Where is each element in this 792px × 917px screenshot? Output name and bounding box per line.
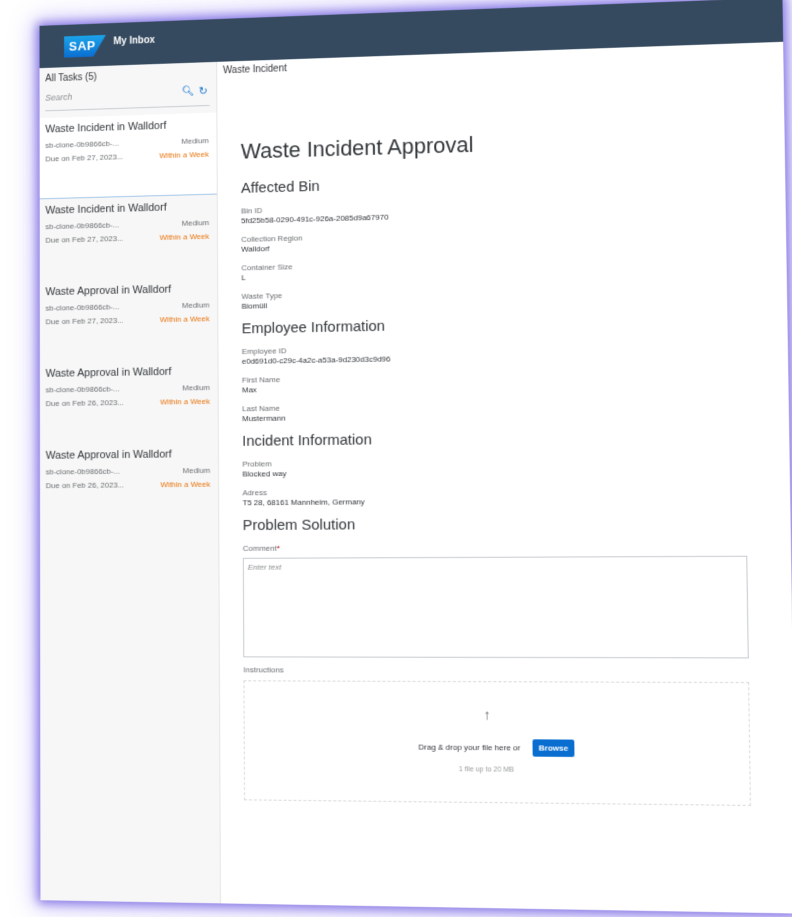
detail-pane: Waste Incident Waste Incident Approval A… [217,41,792,914]
task-list: Waste Incident in Walldorf sb-clone-0b98… [39,112,219,527]
section-title-employee: Employee Information [241,317,386,338]
task-due-date: Due on Feb 27, 2023... [45,315,124,327]
task-item[interactable]: Waste Incident in Walldorf sb-clone-0b98… [40,195,217,281]
page-title: Waste Incident Approval [240,131,474,164]
task-id: sb-clone-0b9866cb-... [45,466,120,477]
problem-field: Problem Blocked way [242,454,790,478]
task-title: Waste Approval in Walldorf [45,448,172,462]
bin-id-field: Bin ID 5fd25b58-0290-491c-926a-2085d9a67… [241,192,786,225]
required-marker: * [276,543,280,553]
search-input[interactable] [45,88,170,103]
task-count-header: All Tasks (5) [45,71,97,85]
task-title: Waste Approval in Walldorf [45,366,172,380]
task-item[interactable]: Waste Incident in Walldorf sb-clone-0b98… [39,112,217,200]
task-priority: Medium [181,136,209,146]
size-field: Container Size L [241,251,786,282]
task-title: Waste Incident in Walldorf [45,119,167,136]
task-urgency: Within a Week [160,479,211,490]
task-urgency: Within a Week [159,231,210,242]
last-name-field: Last Name Mustermann [242,397,789,423]
refresh-icon[interactable]: ↻ [199,85,208,98]
task-due-date: Due on Feb 26, 2023... [45,480,125,491]
instructions-label: Instructions [243,665,284,675]
task-id: sb-clone-0b9866cb-... [45,302,120,313]
affected-bin-section: Affected Bin Bin ID 5fd25b58-0290-491c-9… [241,165,787,311]
waste-type-field: Waste Type Biomüll [241,281,787,311]
task-due-date: Due on Feb 27, 2023... [45,234,124,245]
incident-section: Incident Information Problem Blocked way… [242,426,790,507]
file-size-limit: 1 file up to 20 MB [458,766,515,774]
solution-section: Problem Solution Comment* Instructions ↑… [243,513,792,806]
task-item[interactable]: Waste Approval in Walldorf sb-clone-0b98… [40,277,218,363]
task-title: Waste Approval in Walldorf [45,283,172,299]
upload-icon: ↑ [483,706,491,723]
app-title: My Inbox [113,34,155,48]
detail-content: Waste Incident Approval Affected Bin Bin… [241,122,792,816]
app-window: SAP My Inbox All Tasks (5) 🔍︎ ↻ Waste In… [39,0,792,914]
task-priority: Medium [182,383,210,393]
task-priority: Medium [181,300,210,310]
task-priority: Medium [182,465,211,476]
task-id: sb-clone-0b9866cb-... [45,220,120,232]
task-item[interactable]: Waste Approval in Walldorf sb-clone-0b98… [40,359,218,444]
comment-textarea[interactable] [242,555,749,659]
task-urgency: Within a Week [159,314,210,325]
first-name-field: First Name Max [242,367,789,394]
employee-section: Employee Information Employee ID e0d691d… [242,310,789,423]
section-title-affected-bin: Affected Bin [240,177,320,197]
search-icon[interactable]: 🔍︎ [182,86,194,97]
drop-text: Drag & drop your file here or [418,742,521,753]
task-title: Waste Incident in Walldorf [45,201,167,217]
sap-logo[interactable]: SAP [64,35,106,58]
employee-id-field: Employee ID e0d691d0-c29c-4a2c-a53a-9d23… [242,338,788,366]
task-priority: Medium [181,218,210,228]
search-bar: 🔍︎ ↻ [45,85,210,112]
comment-label-text: Comment [242,543,277,553]
address-field: Adress T5 28, 68161 Mannheim, Germany [242,484,790,507]
section-title-incident: Incident Information [242,431,372,450]
detail-header: Waste Incident [222,63,287,77]
section-title-solution: Problem Solution [242,516,356,535]
master-pane: All Tasks (5) 🔍︎ ↻ Waste Incident in Wal… [39,61,221,904]
file-dropzone[interactable]: ↑ Drag & drop your file here or Browse 1… [243,680,751,806]
region-field: Collection Region Walldorf [241,222,786,254]
task-id: sb-clone-0b9866cb-... [45,384,120,395]
task-urgency: Within a Week [160,396,210,407]
task-item[interactable]: Waste Approval in Walldorf sb-clone-0b98… [40,442,218,526]
task-due-date: Due on Feb 26, 2023... [45,398,124,409]
task-due-date: Due on Feb 27, 2023... [45,152,124,164]
task-urgency: Within a Week [159,149,209,161]
comment-label: Comment* [243,541,791,553]
browse-button[interactable]: Browse [532,739,575,757]
task-id: sb-clone-0b9866cb-... [45,138,119,150]
